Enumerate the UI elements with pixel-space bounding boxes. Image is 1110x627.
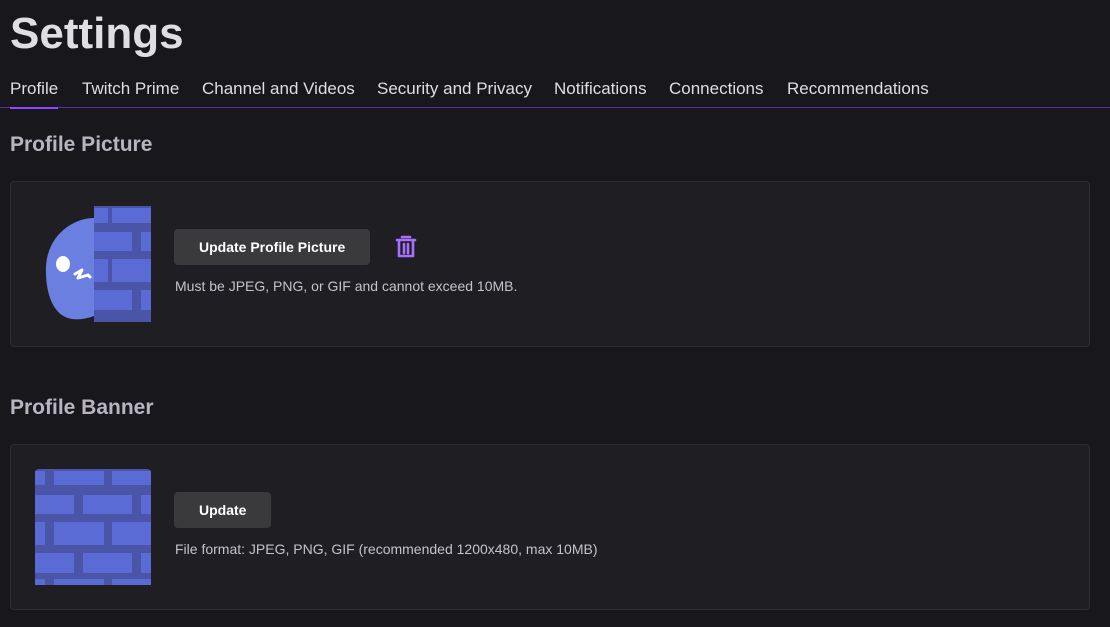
profile-banner-heading: Profile Banner — [10, 396, 154, 419]
tab-channel-and-videos[interactable]: Channel and Videos — [202, 78, 355, 107]
settings-tabs: Profile Twitch Prime Channel and Videos … — [0, 78, 1110, 109]
trash-icon[interactable] — [395, 234, 417, 260]
page-title: Settings — [10, 9, 184, 58]
update-profile-picture-button[interactable]: Update Profile Picture — [174, 229, 371, 265]
tab-recommendations[interactable]: Recommendations — [787, 78, 929, 107]
settings-page: Settings Profile Twitch Prime Channel an… — [0, 0, 1110, 627]
tab-connections[interactable]: Connections — [669, 78, 764, 107]
profile-picture-hint: Must be JPEG, PNG, or GIF and cannot exc… — [175, 278, 518, 294]
profile-picture-heading: Profile Picture — [10, 133, 153, 156]
tab-notifications[interactable]: Notifications — [554, 78, 647, 107]
profile-picture-card: Update Profile Picture Must be JPEG, PNG… — [10, 181, 1090, 347]
tab-twitch-prime[interactable]: Twitch Prime — [82, 78, 179, 107]
tab-security-and-privacy[interactable]: Security and Privacy — [377, 78, 532, 107]
update-banner-button[interactable]: Update — [174, 492, 272, 528]
profile-banner-hint: File format: JPEG, PNG, GIF (recommended… — [175, 541, 598, 557]
profile-banner-card: Update File format: JPEG, PNG, GIF (reco… — [10, 444, 1090, 610]
profile-picture-image[interactable] — [44, 206, 151, 322]
profile-banner-image[interactable] — [35, 469, 151, 585]
tab-profile[interactable]: Profile — [10, 78, 59, 109]
